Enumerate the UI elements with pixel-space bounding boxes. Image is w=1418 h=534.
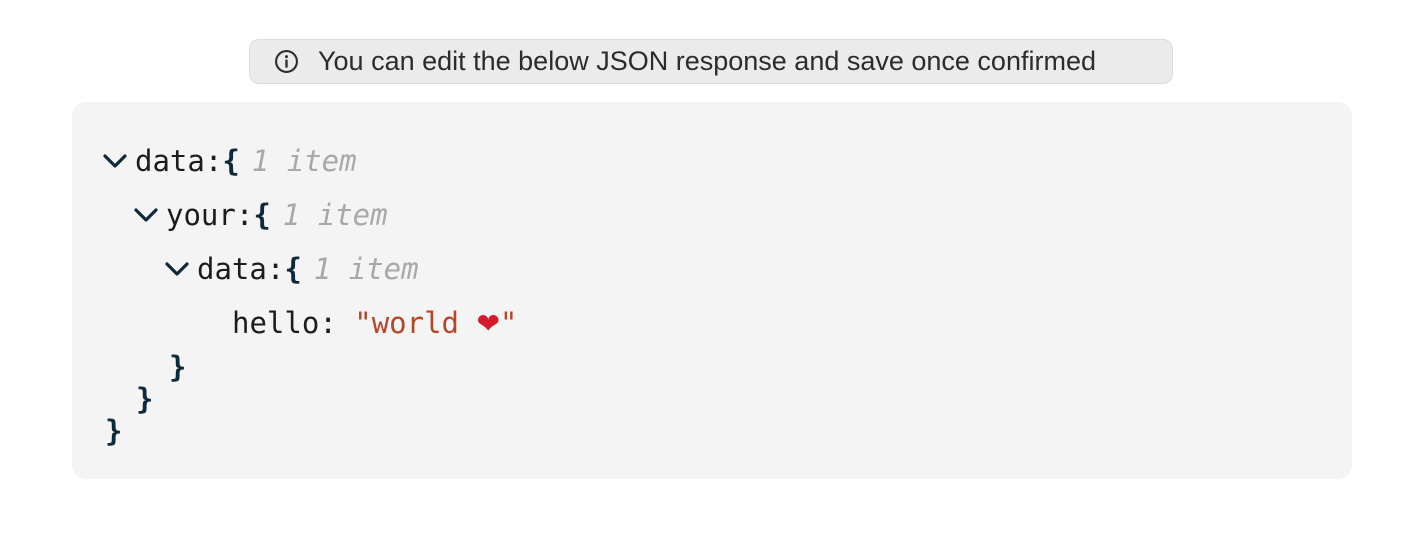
json-node-your: your:{1 item xyxy=(133,198,388,232)
json-key[interactable]: data xyxy=(197,252,267,286)
json-leaf-hello: hello: "world ❤" xyxy=(232,306,517,340)
json-node-data-nested: data:{1 item xyxy=(164,252,419,286)
json-string-quote: " xyxy=(499,306,518,340)
json-string-value[interactable]: "world ❤" xyxy=(354,306,517,340)
json-close-brace-your: } xyxy=(136,382,153,416)
collapse-chevron-icon[interactable] xyxy=(102,151,128,171)
json-colon: : xyxy=(204,144,223,178)
item-count: 1 item xyxy=(313,252,419,286)
json-open-brace: { xyxy=(284,252,302,286)
collapse-chevron-icon[interactable] xyxy=(133,205,159,225)
json-close-brace-root: } xyxy=(105,414,122,448)
info-icon xyxy=(274,49,299,74)
json-close-brace: } xyxy=(169,350,187,384)
json-editor[interactable]: data:{1 item your:{1 item data:{1 item h… xyxy=(72,102,1352,479)
json-node-data: data:{1 item xyxy=(102,144,357,178)
json-open-brace: { xyxy=(222,144,240,178)
json-key[interactable]: hello xyxy=(232,306,319,340)
json-colon: : xyxy=(319,306,355,340)
json-close-brace: } xyxy=(136,382,154,416)
item-count: 1 item xyxy=(282,198,388,232)
collapse-chevron-icon[interactable] xyxy=(164,259,190,279)
heart-emoji-icon: ❤ xyxy=(476,307,500,340)
item-count: 1 item xyxy=(251,144,357,178)
json-colon: : xyxy=(235,198,254,232)
json-string-text: "world xyxy=(354,306,477,340)
info-banner: You can edit the below JSON response and… xyxy=(249,39,1173,84)
json-colon: : xyxy=(266,252,285,286)
json-key[interactable]: data xyxy=(135,144,205,178)
json-open-brace: { xyxy=(253,198,271,232)
json-close-brace-nested: } xyxy=(169,350,186,384)
json-key[interactable]: your xyxy=(166,198,236,232)
json-close-brace: } xyxy=(105,414,123,448)
info-banner-text: You can edit the below JSON response and… xyxy=(318,46,1096,76)
